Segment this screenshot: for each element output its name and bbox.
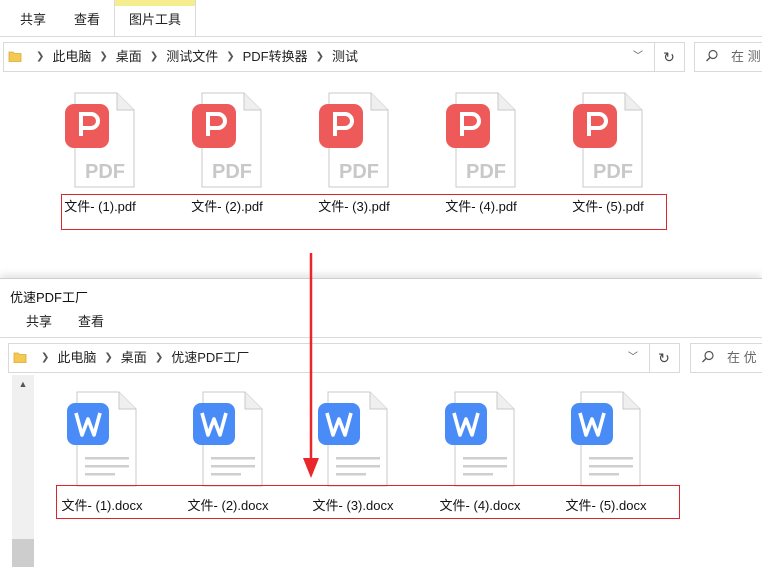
crumb-this-pc[interactable]: 此电脑 bbox=[57, 344, 96, 372]
crumb-desktop[interactable]: 桌面 bbox=[121, 344, 147, 372]
tab-share[interactable]: 共享 bbox=[12, 309, 66, 337]
scroll-thumb[interactable] bbox=[12, 539, 34, 567]
search-placeholder: 在 测 bbox=[731, 49, 761, 64]
crumb-this-pc[interactable]: 此电脑 bbox=[52, 43, 91, 71]
search-placeholder: 在 优 bbox=[727, 350, 757, 365]
folder-icon bbox=[13, 352, 27, 363]
folder-icon bbox=[8, 51, 22, 62]
word-file-icon bbox=[193, 391, 263, 487]
chevron-right-icon: ❯ bbox=[315, 51, 325, 62]
breadcrumb: ❯ 此电脑 ❯ 桌面 ❯ 优速PDF工厂 bbox=[33, 344, 249, 372]
breadcrumb: ❯ 此电脑 ❯ 桌面 ❯ 测试文件 ❯ PDF转换器 ❯ 测试 bbox=[28, 43, 358, 71]
window-title: 优速PDF工厂 bbox=[10, 290, 89, 305]
word-file-icon bbox=[318, 391, 388, 487]
refresh-icon[interactable]: ↻ bbox=[654, 43, 683, 71]
search-input[interactable]: 在 优 bbox=[690, 343, 762, 373]
search-icon bbox=[706, 49, 718, 62]
svg-text:PDF: PDF bbox=[212, 161, 252, 183]
address-row: ❯ 此电脑 ❯ 桌面 ❯ 测试文件 ❯ PDF转换器 ❯ 测试 ﹀ ↻ 在 测 bbox=[0, 38, 762, 74]
chevron-right-icon: ❯ bbox=[104, 352, 113, 363]
pdf-file-icon: PDF bbox=[319, 92, 389, 188]
pdf-file-icon: PDF bbox=[446, 92, 516, 188]
title-bar: 优速PDF工厂 bbox=[0, 279, 762, 309]
explorer-window-pdf: 共享 查看 图片工具 ❯ 此电脑 ❯ 桌面 ❯ 测试文件 ❯ PDF转换器 ❯ … bbox=[0, 0, 762, 280]
tab-view[interactable]: 查看 bbox=[64, 309, 118, 337]
chevron-right-icon: ❯ bbox=[226, 51, 235, 62]
address-bar[interactable]: ❯ 此电脑 ❯ 桌面 ❯ 测试文件 ❯ PDF转换器 ❯ 测试 ﹀ ↻ bbox=[3, 42, 685, 72]
highlight-box bbox=[56, 485, 680, 519]
chevron-right-icon: ❯ bbox=[99, 51, 108, 62]
chevron-right-icon: ❯ bbox=[41, 352, 50, 363]
search-input[interactable]: 在 测 bbox=[694, 42, 762, 72]
word-file-icon bbox=[571, 391, 641, 487]
svg-text:PDF: PDF bbox=[85, 161, 125, 183]
chevron-right-icon: ❯ bbox=[154, 352, 164, 363]
ribbon-tabs: 共享 查看 图片工具 bbox=[0, 0, 762, 37]
word-file-icon bbox=[67, 391, 137, 487]
chevron-down-icon[interactable]: ﹀ bbox=[621, 344, 645, 372]
address-row: ❯ 此电脑 ❯ 桌面 ❯ 优速PDF工厂 ﹀ ↻ 在 优 bbox=[0, 339, 762, 375]
chevron-right-icon: ❯ bbox=[36, 51, 45, 62]
svg-text:PDF: PDF bbox=[466, 161, 506, 183]
pdf-file-icon: PDF bbox=[65, 92, 135, 188]
pdf-file-icon: PDF bbox=[192, 92, 262, 188]
word-file-icon bbox=[445, 391, 515, 487]
address-bar[interactable]: ❯ 此电脑 ❯ 桌面 ❯ 优速PDF工厂 ﹀ ↻ bbox=[8, 343, 680, 373]
refresh-icon[interactable]: ↻ bbox=[649, 344, 678, 372]
search-icon bbox=[702, 350, 714, 363]
pdf-file-icon: PDF bbox=[573, 92, 643, 188]
ribbon-tabs: 共享 查看 bbox=[0, 309, 762, 338]
tab-share[interactable]: 共享 bbox=[6, 0, 60, 36]
chevron-down-icon[interactable]: ﹀ bbox=[626, 43, 650, 71]
svg-text:PDF: PDF bbox=[339, 161, 379, 183]
crumb-youshu-pdf[interactable]: 优速PDF工厂 bbox=[171, 344, 249, 372]
crumb-pdf-converter[interactable]: PDF转换器 bbox=[243, 43, 308, 71]
scroll-up-icon[interactable]: ▲ bbox=[12, 375, 34, 393]
tab-picture-tools[interactable]: 图片工具 bbox=[114, 0, 197, 36]
crumb-desktop[interactable]: 桌面 bbox=[116, 43, 142, 71]
highlight-box bbox=[61, 194, 667, 230]
svg-text:PDF: PDF bbox=[593, 161, 633, 183]
crumb-test[interactable]: 测试 bbox=[332, 43, 358, 71]
vertical-scrollbar[interactable]: ▲ bbox=[12, 375, 34, 567]
explorer-window-docx: 优速PDF工厂 共享 查看 ❯ 此电脑 ❯ 桌面 ❯ 优速PDF工厂 ﹀ ↻ 在… bbox=[0, 278, 762, 567]
chevron-right-icon: ❯ bbox=[149, 51, 159, 62]
tab-view[interactable]: 查看 bbox=[60, 0, 114, 36]
crumb-test-files[interactable]: 测试文件 bbox=[166, 43, 218, 71]
